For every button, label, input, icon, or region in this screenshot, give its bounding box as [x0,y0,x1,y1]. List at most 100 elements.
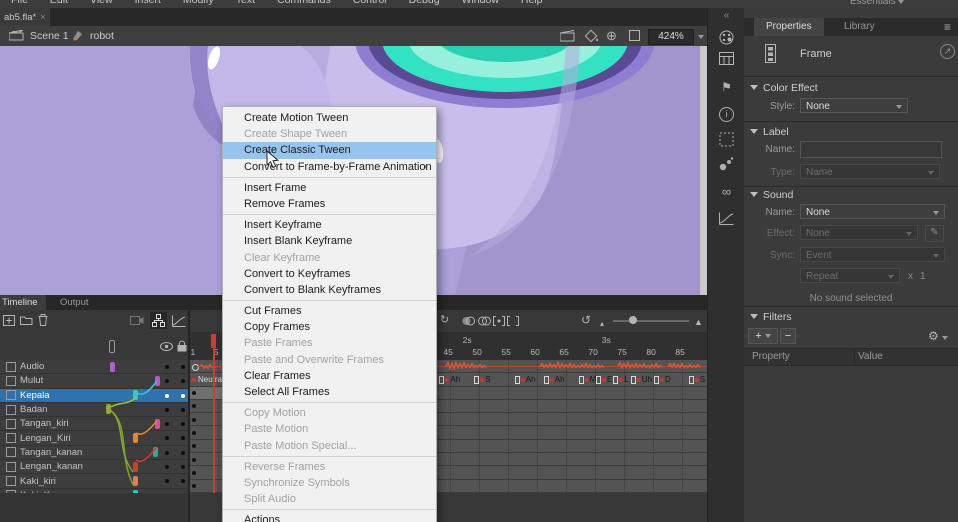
layer-lock-dot[interactable] [181,479,185,483]
breadcrumb-scene[interactable]: Scene 1 [30,30,69,42]
tab-output[interactable]: Output [52,295,97,310]
lip-keyframe-flag-icon[interactable] [654,376,659,384]
repeat-count[interactable]: 1 [920,271,926,282]
close-icon[interactable]: × [40,12,45,22]
delete-layer-trash-icon[interactable] [38,314,48,326]
center-frame-icon[interactable]: ⊕ [606,28,617,44]
eye-visibility-icon[interactable] [160,342,173,351]
timeline-column-divider[interactable] [188,310,190,522]
menubar-item-debug[interactable]: Debug [398,0,451,8]
section-filters[interactable]: Filters [750,311,792,323]
panel-menu-icon[interactable]: ≡ [944,20,951,34]
layer-visibility-dot[interactable] [165,379,169,383]
loop-icon[interactable]: ↻ [440,313,449,327]
context-menu-item[interactable]: Insert Keyframe [223,217,436,233]
keyframe-marker[interactable] [192,444,196,448]
context-menu-item[interactable]: Actions [223,512,436,522]
layer-parent-pill[interactable] [133,390,138,400]
layer-lock-dot[interactable] [181,379,185,383]
lip-keyframe-flag-icon[interactable] [544,376,549,384]
layer-lock-dot[interactable] [181,465,185,469]
lip-keyframe-flag-icon[interactable] [689,376,694,384]
context-menu-item[interactable]: Convert to Frame-by-Frame Animation› [223,159,436,175]
reset-timeline-zoom-icon[interactable]: ↺ [581,313,591,327]
menubar-item-commands[interactable]: Commands [266,0,342,8]
keyframe-marker[interactable] [192,431,196,435]
layer-visibility-dot[interactable] [165,436,169,440]
layer-visibility-dot[interactable] [165,422,169,426]
sound-sync-dropdown[interactable]: Event [800,247,945,262]
menubar-item-help[interactable]: Help [510,0,554,8]
layer-visibility-dot[interactable] [165,394,169,398]
context-menu-item[interactable]: Copy Frames [223,319,436,335]
context-menu-item[interactable]: Convert to Keyframes [223,266,436,282]
style-dropdown[interactable]: None [800,98,908,113]
paint-bucket-icon[interactable] [585,29,600,42]
layer-lock-dot[interactable] [181,394,185,398]
layer-parent-pill[interactable] [110,362,115,372]
layer-parent-pill[interactable] [155,419,160,429]
menubar-item-insert[interactable]: Insert [124,0,172,8]
keyframe-marker[interactable] [602,378,606,382]
breadcrumb-symbol[interactable]: robot [90,30,114,42]
context-menu-item[interactable]: Clear Frames [223,368,436,384]
layer-visibility-dot[interactable] [165,408,169,412]
document-tab[interactable]: ab5.fla* × [0,8,50,26]
timeline-zoom-out-icon[interactable]: ▴ [600,317,604,331]
new-folder-icon[interactable] [20,315,33,325]
layer-row-kaki_kiri[interactable]: Kaki_kiri [0,474,188,488]
camera-small-icon[interactable] [560,30,575,42]
color-palette-icon[interactable] [719,30,734,45]
keyframe-marker[interactable] [550,378,554,382]
keyframe-marker[interactable] [637,378,641,382]
sound-effect-dropdown[interactable]: None [800,225,918,240]
context-menu-item[interactable]: Create Classic Tween [223,142,436,158]
section-label[interactable]: Label [750,126,789,138]
layer-parent-pill[interactable] [155,376,160,386]
keyframe-marker[interactable] [192,378,196,382]
layer-visibility-dot[interactable] [165,451,169,455]
edit-sound-envelope-button[interactable]: ✎ [925,225,944,242]
menubar-item-file[interactable]: File [0,0,39,8]
keyframe-marker[interactable] [480,378,484,382]
help-share-icon[interactable]: ↗ [940,44,955,59]
lip-keyframe-flag-icon[interactable] [515,376,520,384]
layer-row-lengan_kiri[interactable]: Lengan_Kiri [0,431,188,445]
lip-keyframe-flag-icon[interactable] [596,376,601,384]
lip-keyframe-flag-icon[interactable] [439,376,444,384]
timeline-zoom-in-icon[interactable]: ▲ [694,315,703,329]
keyframe-marker[interactable] [192,484,196,488]
sound-name-dropdown[interactable]: None [800,204,945,219]
layer-lock-dot[interactable] [181,422,185,426]
sound-repeat-dropdown[interactable]: Repeat [800,268,900,283]
remove-filter-button[interactable]: − [780,328,796,344]
layer-visibility-dot[interactable] [165,465,169,469]
align-flag-icon[interactable]: ⚑ [708,80,745,94]
context-menu-item[interactable]: Insert Frame [223,180,436,196]
keyframe-marker[interactable] [192,458,196,462]
layer-row-tangan_kiri[interactable]: Tangan_kiri [0,417,188,431]
menubar-item-modify[interactable]: Modify [172,0,225,8]
menubar-item-edit[interactable]: Edit [39,0,79,8]
zoom-dropdown-icon[interactable] [698,35,704,39]
context-menu-item[interactable]: Insert Blank Keyframe [223,233,436,249]
layer-lock-dot[interactable] [181,451,185,455]
layer-parent-pill[interactable] [133,433,138,443]
edit-multiple-frames-icon[interactable] [493,316,505,326]
layer-row-badan[interactable]: Badan [0,403,188,417]
layer-visibility-dot[interactable] [165,479,169,483]
layer-row-kepala[interactable]: Kepala [0,389,188,403]
layer-lock-dot[interactable] [181,365,185,369]
zoom-level-input[interactable]: 424% [648,29,694,45]
lip-keyframe-flag-icon[interactable] [579,376,584,384]
lock-icon[interactable] [177,340,187,352]
layer-row-lengan_kanan[interactable]: Lengan_kanan [0,460,188,474]
layer-row-audio[interactable]: Audio [0,360,188,374]
onion-skin-outlines-icon[interactable] [478,316,491,326]
lip-keyframe-flag-icon[interactable] [613,376,618,384]
section-color-effect[interactable]: Color Effect [750,82,818,94]
label-type-dropdown[interactable]: Name [800,164,940,179]
tab-library[interactable]: Library [832,18,887,36]
layer-lock-dot[interactable] [181,408,185,412]
menubar-item-window[interactable]: Window [451,0,510,8]
